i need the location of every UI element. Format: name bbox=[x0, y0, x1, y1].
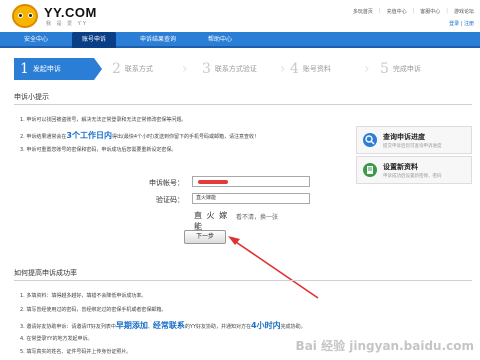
main-nav: 安全中心 账号申诉 申诉结果查询 帮助中心 bbox=[0, 32, 480, 48]
card-desc: 申诉成功后设置新密保，密码 bbox=[383, 174, 442, 179]
improve-item: 4. 在常登录YY的地方发起申诉。 bbox=[20, 336, 93, 342]
account-input[interactable] bbox=[192, 176, 310, 187]
improve-item: 5. 填写真实的姓名、证件号码并上传身份证照片。 bbox=[20, 349, 132, 355]
captcha-label: 验证码： bbox=[156, 196, 184, 204]
step-separator-icon: › bbox=[182, 61, 188, 77]
captcha-input[interactable]: 直火嫁能 bbox=[192, 193, 310, 204]
step-number: 2 bbox=[112, 61, 121, 77]
improve-text: 3. 邀请好友协助申诉：请邀请IT好友列表中 bbox=[20, 324, 116, 330]
improve-item: 3. 邀请好友协助申诉：请邀请IT好友列表中早期添加、经常联系的YY好友协助，并… bbox=[20, 320, 306, 331]
next-button[interactable]: 下一步 bbox=[184, 230, 226, 244]
step-1: 1 发起申诉 bbox=[14, 58, 94, 80]
nav-account-appeal[interactable]: 账号申诉 bbox=[72, 32, 117, 48]
improve-text: 的YY好友协助，并通知对方在 bbox=[184, 324, 252, 330]
top-link-home[interactable]: 多玩首页 bbox=[353, 8, 373, 15]
tips-title: 申诉小提示 bbox=[14, 93, 49, 101]
step-number: 1 bbox=[20, 61, 29, 77]
step-label: 完成申诉 bbox=[392, 65, 421, 73]
brand-name[interactable]: YY.COM bbox=[44, 5, 97, 20]
step-separator-icon: › bbox=[364, 61, 370, 77]
step-arrow-icon bbox=[94, 58, 102, 80]
top-link-forum[interactable]: 游戏论坛 bbox=[454, 8, 474, 15]
query-progress-card[interactable]: 查询申诉进度 提交申诉后您可查询申诉进度 bbox=[356, 126, 472, 154]
card-title: 设置新资料 bbox=[383, 163, 418, 171]
login-register-links[interactable]: 登录 | 注册 bbox=[449, 20, 474, 27]
tip-highlight: 3个工作日内 bbox=[66, 131, 112, 140]
improve-highlight: 早期添加 bbox=[115, 321, 148, 330]
improve-highlight: 经常联系 bbox=[152, 321, 185, 330]
top-links: 多玩首页 | 充值中心 | 客服中心 | 游戏论坛 bbox=[353, 8, 474, 15]
tip-item: 2. 申诉结果通常会在3个工作日内得出(最快4个小时)发送到你留下的手机号码或邮… bbox=[20, 130, 259, 141]
top-bar: YY.COM 我 是 爱 YY 多玩首页 | 充值中心 | 客服中心 | 游戏论… bbox=[0, 0, 480, 32]
set-new-info-card[interactable]: 设置新资料 申诉成功后设置新密保，密码 bbox=[356, 156, 472, 184]
search-icon bbox=[363, 133, 377, 147]
redacted-value bbox=[198, 180, 228, 184]
top-link-service[interactable]: 客服中心 bbox=[420, 8, 440, 15]
step-label: 联系方式 bbox=[124, 65, 153, 73]
nav-help-center[interactable]: 帮助中心 bbox=[198, 32, 242, 48]
divider bbox=[14, 104, 472, 105]
improve-item: 2. 填写曾经使用过的密码，曾经绑定过的密保手机或者密保邮箱。 bbox=[20, 307, 167, 313]
step-5: 5 完成申诉 bbox=[380, 58, 421, 80]
tip-text: 2. 申诉结果通常会在 bbox=[20, 134, 67, 140]
progress-steps: 1 发起申诉 2 联系方式 › 3 联系方式验证 › 4 账号资料 › 5 完成… bbox=[14, 58, 472, 80]
nav-security-center[interactable]: 安全中心 bbox=[14, 32, 58, 48]
tip-item: 3. 申诉可重置您账号的密保和密码，申诉成功后您需要重新设定密保。 bbox=[20, 147, 177, 153]
account-label: 申诉帐号： bbox=[149, 179, 184, 187]
divider bbox=[14, 280, 472, 281]
tip-text: 得出(最快4个小时)发送到你留下的手机号码或邮箱，请注意查收！ bbox=[111, 134, 260, 140]
step-number: 5 bbox=[380, 61, 389, 77]
captcha-image[interactable]: 直 火 嫁 能 bbox=[194, 210, 230, 231]
improve-text: 完成协助。 bbox=[280, 324, 306, 330]
nav-appeal-result[interactable]: 申诉结果查询 bbox=[130, 32, 186, 48]
captcha-refresh-link[interactable]: 看不清，换一张 bbox=[236, 212, 278, 221]
top-link-recharge[interactable]: 充值中心 bbox=[387, 8, 407, 15]
brand-slogan: 我 是 爱 YY bbox=[46, 21, 88, 27]
step-number: 3 bbox=[202, 61, 211, 77]
improve-highlight: 4小时内 bbox=[251, 321, 281, 330]
step-number: 4 bbox=[290, 61, 299, 77]
step-3: 3 联系方式验证 bbox=[202, 58, 257, 80]
tip-item: 1. 申诉可以找回被盗账号，解决无法正常登录和无法正常修改密保等问题。 bbox=[20, 117, 187, 123]
document-icon bbox=[363, 163, 377, 177]
step-4: 4 账号资料 bbox=[290, 58, 331, 80]
divider: | bbox=[412, 8, 415, 14]
step-label: 账号资料 bbox=[302, 65, 331, 73]
step-label: 发起申诉 bbox=[32, 65, 61, 73]
divider: | bbox=[378, 8, 381, 14]
improve-title: 如何提高申诉成功率 bbox=[14, 269, 77, 277]
step-label: 联系方式验证 bbox=[214, 65, 257, 73]
step-2: 2 联系方式 bbox=[112, 58, 153, 80]
yy-logo-icon[interactable] bbox=[12, 4, 38, 28]
card-title: 查询申诉进度 bbox=[383, 133, 425, 141]
improve-item: 1. 多填资料：填得越多越好，填错不会降低申诉成功率。 bbox=[20, 293, 147, 299]
card-desc: 提交申诉后您可查询申诉进度 bbox=[383, 144, 442, 149]
divider: | bbox=[446, 8, 448, 14]
watermark: Bai 经验 jingyan.baidu.com bbox=[295, 339, 474, 353]
